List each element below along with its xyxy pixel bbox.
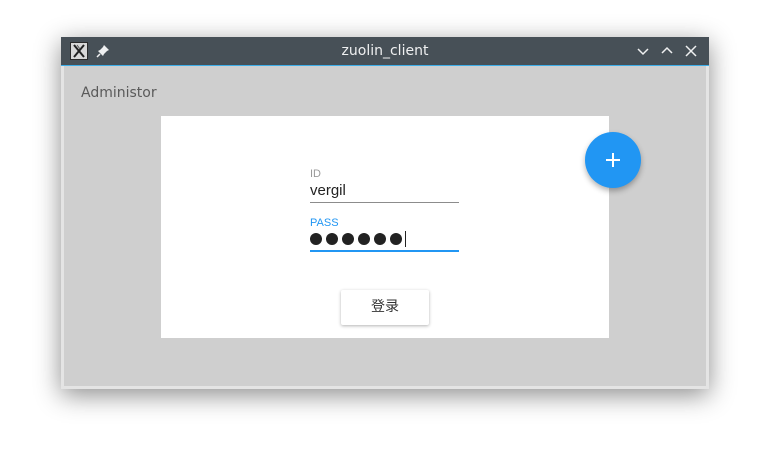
text-caret	[405, 231, 406, 248]
password-dot	[326, 233, 338, 246]
password-dot	[358, 233, 370, 246]
app-window: zuolin_client Administor ID vergil PASS …	[61, 37, 709, 389]
pass-field[interactable]: PASS	[310, 216, 459, 252]
chevron-down-icon[interactable]	[634, 42, 652, 60]
password-dot	[374, 233, 386, 246]
password-dot	[342, 233, 354, 246]
add-fab-button[interactable]	[585, 132, 641, 188]
password-dot	[310, 233, 322, 246]
password-dot	[390, 233, 402, 246]
close-icon[interactable]	[682, 42, 700, 60]
password-dots	[310, 231, 406, 248]
pass-input[interactable]	[310, 230, 459, 252]
id-field[interactable]: ID vergil	[310, 167, 459, 203]
login-card: ID vergil PASS 登录	[161, 116, 609, 338]
plus-icon	[606, 153, 620, 167]
id-label: ID	[310, 168, 321, 180]
chevron-up-icon[interactable]	[658, 42, 676, 60]
x-app-icon[interactable]	[70, 42, 88, 60]
title-bar[interactable]: zuolin_client	[61, 37, 709, 66]
id-input[interactable]: vergil	[310, 181, 459, 203]
login-button[interactable]: 登录	[341, 290, 429, 325]
pin-icon[interactable]	[95, 43, 111, 59]
role-label: Administor	[81, 85, 157, 101]
client-area: Administor ID vergil PASS 登录	[64, 66, 706, 386]
pass-label: PASS	[310, 217, 339, 229]
window-title: zuolin_client	[341, 43, 429, 59]
